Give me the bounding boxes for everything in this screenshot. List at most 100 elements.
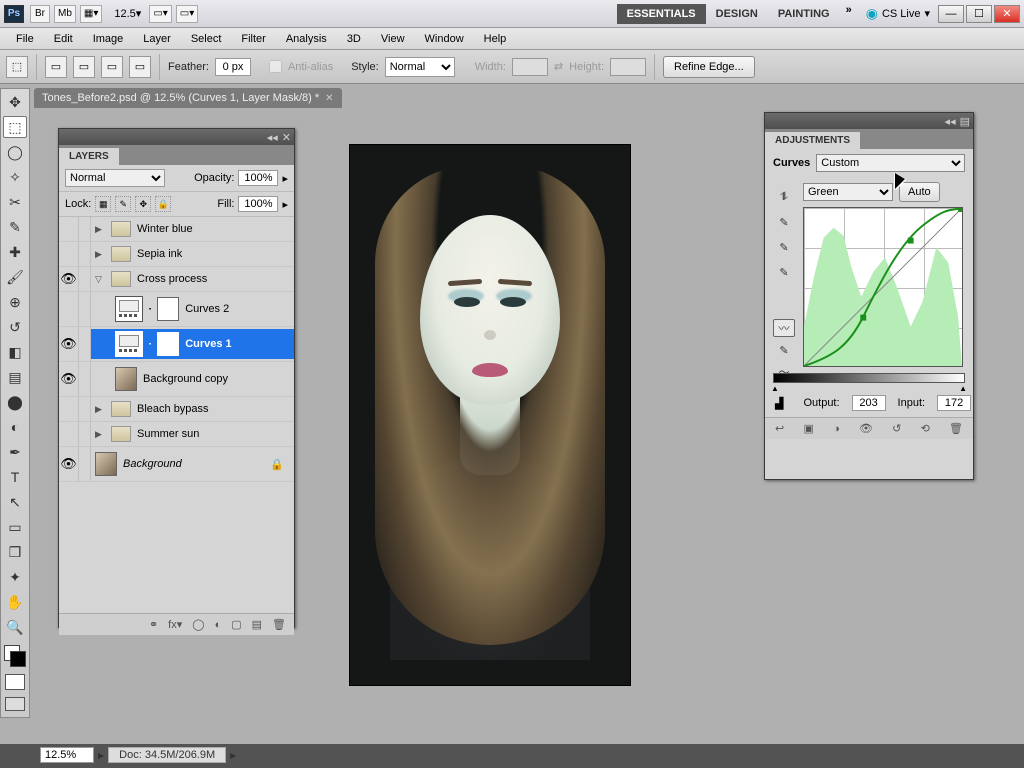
preset-select[interactable]: Custom xyxy=(816,154,965,172)
menu-layer[interactable]: Layer xyxy=(133,30,181,48)
selection-intersect-icon[interactable]: ▭ xyxy=(129,56,151,78)
style-select[interactable]: Normal xyxy=(385,57,455,77)
arrange-documents-button[interactable]: ▦▾ xyxy=(80,5,102,23)
adjustment-icon[interactable]: ◐ xyxy=(215,619,222,631)
docinfo-flyout-icon[interactable]: ▶ xyxy=(230,751,236,760)
panel-close-icon[interactable]: ✕ xyxy=(282,131,291,144)
adjustments-tab[interactable]: ADJUSTMENTS xyxy=(765,132,860,149)
menu-edit[interactable]: Edit xyxy=(44,30,83,48)
layer-row-curves-2[interactable]: ⬝Curves 2 xyxy=(59,292,294,327)
lock-transparency-icon[interactable]: ▦ xyxy=(95,196,111,212)
menu-select[interactable]: Select xyxy=(181,30,232,48)
panel-collapse-icon[interactable]: ◂◂ xyxy=(945,115,956,128)
document-tab[interactable]: Tones_Before2.psd @ 12.5% (Curves 1, Lay… xyxy=(34,88,342,108)
layer-row-background[interactable]: 👁 Background🔒 xyxy=(59,447,294,482)
refine-edge-button[interactable]: Refine Edge... xyxy=(663,56,755,78)
minibridge-button[interactable]: Mb xyxy=(54,5,76,23)
input-ramp[interactable] xyxy=(773,373,965,383)
menu-image[interactable]: Image xyxy=(83,30,134,48)
lasso-tool[interactable]: ◯ xyxy=(3,141,27,163)
zoom-level[interactable]: 12.5 xyxy=(114,8,135,20)
eraser-tool[interactable]: ◧ xyxy=(3,341,27,363)
3d-tool[interactable]: ❒ xyxy=(3,541,27,563)
previous-state-icon[interactable]: ↺ xyxy=(892,422,901,435)
selection-add-icon[interactable]: ▭ xyxy=(73,56,95,78)
fx-icon[interactable]: fx▾ xyxy=(168,618,182,631)
visibility-icon[interactable]: 👁 xyxy=(859,422,873,435)
visibility-toggle[interactable] xyxy=(59,242,79,266)
visibility-toggle[interactable] xyxy=(59,292,79,326)
eyedropper-white-icon[interactable]: ✎ xyxy=(779,266,788,279)
cs-live-button[interactable]: ◉ CS Live▾ xyxy=(866,5,930,22)
window-minimize[interactable]: — xyxy=(938,5,964,23)
layer-row-background-copy[interactable]: 👁 Background copy xyxy=(59,362,294,397)
history-brush-tool[interactable]: ↺ xyxy=(3,316,27,338)
lock-pixels-icon[interactable]: ✎ xyxy=(115,196,131,212)
opacity-flyout-icon[interactable]: ▸ xyxy=(282,172,288,185)
fill-flyout-icon[interactable]: ▸ xyxy=(282,198,288,211)
3d-camera-tool[interactable]: ✦ xyxy=(3,566,27,588)
workspace-more[interactable]: » xyxy=(840,4,858,24)
panel-menu-icon[interactable]: ▤ xyxy=(960,115,970,128)
brush-tool[interactable]: 🖌 xyxy=(3,266,27,288)
blend-mode-select[interactable]: Normal xyxy=(65,169,165,187)
curve-pencil-mode-icon[interactable]: ✎ xyxy=(779,344,788,357)
path-select-tool[interactable]: ↖ xyxy=(3,491,27,513)
reset-icon[interactable]: ⟲ xyxy=(921,422,930,435)
color-swatches[interactable] xyxy=(4,645,26,667)
fill-input[interactable] xyxy=(238,196,278,212)
menu-filter[interactable]: Filter xyxy=(231,30,275,48)
workspace-design[interactable]: DESIGN xyxy=(706,4,768,24)
window-close[interactable]: ✕ xyxy=(994,5,1020,23)
curve-point-mode-icon[interactable]: 〰 xyxy=(773,319,795,337)
trash-icon[interactable]: 🗑 xyxy=(272,618,286,631)
menu-window[interactable]: Window xyxy=(415,30,474,48)
window-maximize[interactable]: ☐ xyxy=(966,5,992,23)
expand-icon[interactable]: ▣ xyxy=(803,422,813,435)
workspace-essentials[interactable]: ESSENTIALS xyxy=(617,4,706,24)
doc-info[interactable]: Doc: 34.5M/206.9M xyxy=(108,747,226,763)
quick-mask-toggle[interactable] xyxy=(5,674,25,690)
clip-icon[interactable]: ◑ xyxy=(833,423,840,435)
zoom-flyout-icon[interactable]: ▶ xyxy=(98,751,104,760)
visibility-toggle[interactable]: 👁 xyxy=(59,327,79,361)
stamp-tool[interactable]: ⊕ xyxy=(3,291,27,313)
output-input[interactable] xyxy=(852,395,886,411)
visibility-toggle[interactable] xyxy=(59,217,79,241)
hand-tool[interactable]: ✋ xyxy=(3,591,27,613)
curves-graph[interactable] xyxy=(803,207,963,367)
document-canvas[interactable] xyxy=(350,145,630,685)
visibility-toggle[interactable]: 👁 xyxy=(59,362,79,396)
input-input[interactable] xyxy=(937,395,971,411)
crop-tool[interactable]: ✂ xyxy=(3,191,27,213)
channel-select[interactable]: Green xyxy=(803,183,893,201)
eyedropper-black-icon[interactable]: ✎ xyxy=(779,216,788,229)
marquee-tool[interactable]: ⬚ xyxy=(3,116,27,138)
menu-file[interactable]: File xyxy=(6,30,44,48)
eyedropper-gray-icon[interactable]: ✎ xyxy=(779,241,788,254)
lock-position-icon[interactable]: ✥ xyxy=(135,196,151,212)
group-icon[interactable]: ▢ xyxy=(231,618,241,631)
panel-collapse-icon[interactable]: ◂◂ xyxy=(267,131,278,144)
feather-input[interactable] xyxy=(215,58,251,76)
opacity-input[interactable] xyxy=(238,170,278,186)
layer-row-bleach-bypass[interactable]: ▶Bleach bypass xyxy=(59,397,294,422)
visibility-toggle[interactable] xyxy=(59,422,79,446)
type-tool[interactable]: T xyxy=(3,466,27,488)
layer-row-summer-sun[interactable]: ▶Summer sun xyxy=(59,422,294,447)
return-icon[interactable]: ↩ xyxy=(775,422,784,435)
mask-icon[interactable]: ◯ xyxy=(192,618,204,631)
zoom-tool[interactable]: 🔍 xyxy=(3,616,27,638)
workspace-painting[interactable]: PAINTING xyxy=(768,4,840,24)
visibility-toggle[interactable]: 👁 xyxy=(59,447,79,481)
layer-row-cross-process[interactable]: 👁 ▽Cross process xyxy=(59,267,294,292)
selection-new-icon[interactable]: ▭ xyxy=(45,56,67,78)
close-icon[interactable]: ✕ xyxy=(325,93,333,104)
zoom-input[interactable] xyxy=(40,747,94,763)
selection-subtract-icon[interactable]: ▭ xyxy=(101,56,123,78)
move-tool[interactable]: ✥ xyxy=(3,91,27,113)
eyedropper-tool[interactable]: ✎ xyxy=(3,216,27,238)
auto-button[interactable]: Auto xyxy=(899,182,940,202)
shape-tool[interactable]: ▭ xyxy=(3,516,27,538)
trash-icon[interactable]: 🗑 xyxy=(949,422,963,435)
